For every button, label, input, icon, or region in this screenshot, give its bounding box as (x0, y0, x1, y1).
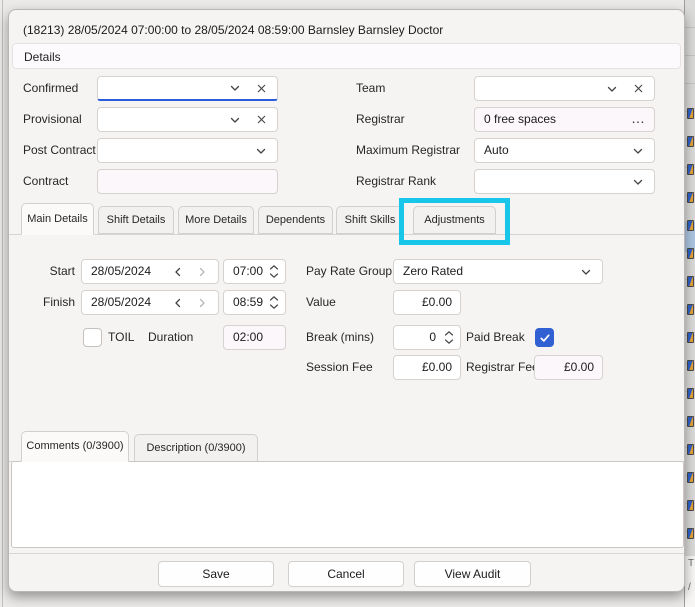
footer-divider (9, 553, 684, 554)
shift-edit-dialog: (18213) 28/05/2024 07:00:00 to 28/05/202… (8, 9, 685, 592)
chevron-down-icon[interactable] (630, 143, 646, 159)
tab-main-details[interactable]: Main Details (21, 203, 94, 235)
finish-label: Finish (42, 295, 75, 309)
background-row-icon (687, 108, 694, 119)
dialog-title: (18213) 28/05/2024 07:00:00 to 28/05/202… (23, 23, 444, 37)
adjustments-highlight-box (399, 198, 510, 245)
contract-field (97, 169, 278, 194)
session-fee-label: Session Fee (306, 360, 373, 374)
tab-shift-details[interactable]: Shift Details (98, 206, 174, 234)
background-row-icon (687, 248, 694, 259)
background-footer: T / (685, 556, 695, 607)
next-day-icon[interactable] (194, 264, 210, 280)
start-label: Start (49, 264, 75, 278)
background-row-icon (687, 304, 694, 315)
value-label: Value (306, 295, 336, 309)
chevron-down-icon[interactable] (253, 143, 269, 159)
chevron-down-icon[interactable] (227, 112, 243, 128)
details-section-label: Details (24, 50, 61, 64)
clear-icon[interactable] (253, 80, 269, 96)
background-row-icon (687, 136, 694, 147)
maximum-registrar-label: Maximum Registrar (356, 143, 461, 157)
background-row-icon (687, 416, 694, 427)
value-field[interactable]: £0.00 (393, 290, 461, 315)
previous-day-icon[interactable] (170, 264, 186, 280)
start-time-spinner[interactable] (267, 261, 281, 282)
background-window-edge (2, 0, 3, 607)
duration-field: 02:00 (223, 325, 286, 350)
previous-day-icon[interactable] (170, 295, 186, 311)
tab-shift-skills[interactable]: Shift Skills (336, 206, 404, 234)
start-time-field[interactable]: 07:00 (223, 259, 286, 284)
break-mins-spinner[interactable] (442, 327, 456, 348)
background-text-fragment: T (688, 558, 695, 569)
registrar-rank-label: Registrar Rank (356, 174, 437, 188)
maximum-registrar-combobox[interactable]: Auto (474, 138, 655, 163)
pay-rate-group-label: Pay Rate Group* (306, 259, 398, 284)
break-mins-label: Break (mins) (306, 330, 375, 344)
provisional-combobox[interactable] (97, 107, 278, 132)
details-section-header: Details (12, 43, 681, 69)
background-row-icon (687, 472, 694, 483)
save-button[interactable]: Save (158, 561, 274, 587)
finish-date-field[interactable]: 28/05/2024 (81, 290, 219, 315)
background-row-icon (687, 220, 694, 231)
background-row-icon (687, 332, 694, 343)
team-label: Team (356, 81, 386, 95)
background-row-icon (687, 164, 694, 175)
clear-icon[interactable] (253, 112, 269, 128)
more-options-icon[interactable]: … (631, 108, 646, 129)
chevron-down-icon[interactable] (604, 81, 620, 97)
paid-break-label: Paid Break (466, 330, 525, 344)
duration-label: Duration (148, 330, 194, 344)
confirmed-label: Confirmed (23, 81, 79, 95)
provisional-label: Provisional (23, 112, 82, 126)
paid-break-checkbox[interactable] (535, 328, 554, 347)
comments-textarea[interactable] (11, 461, 684, 548)
chevron-down-icon[interactable] (227, 80, 243, 96)
toil-label: TOIL (108, 330, 135, 344)
registrar-fee-label: Registrar Fee (466, 360, 539, 374)
background-row-icon (687, 528, 694, 539)
background-row-icon (687, 500, 694, 511)
toil-checkbox[interactable] (83, 328, 102, 347)
background-text-fragment: / (688, 582, 691, 593)
background-grid-strip: T / (684, 0, 695, 607)
background-row-icon (687, 192, 694, 203)
next-day-icon[interactable] (194, 295, 210, 311)
team-combobox[interactable] (474, 76, 655, 101)
background-row-icon (687, 360, 694, 371)
cancel-button[interactable]: Cancel (288, 561, 404, 587)
background-row-icon (687, 388, 694, 399)
finish-time-field[interactable]: 08:59 (223, 290, 286, 315)
background-row-icon (687, 276, 694, 287)
check-icon (539, 333, 550, 342)
confirmed-combobox[interactable] (97, 76, 278, 101)
registrar-fee-field: £0.00 (534, 355, 603, 380)
clear-icon[interactable] (630, 81, 646, 97)
tabstrip-baseline (9, 234, 684, 235)
chevron-down-icon[interactable] (630, 174, 646, 190)
contract-label: Contract (23, 174, 69, 188)
break-mins-field[interactable]: 0 (393, 325, 461, 350)
background-row-icon (687, 444, 694, 455)
tab-description[interactable]: Description (0/3900) (134, 434, 258, 462)
tab-more-details[interactable]: More Details (178, 206, 254, 234)
tab-comments[interactable]: Comments (0/3900) (21, 431, 129, 462)
post-contract-combobox[interactable] (97, 138, 278, 163)
view-audit-button[interactable]: View Audit (414, 561, 531, 587)
registrar-label: Registrar (356, 112, 405, 126)
start-date-field[interactable]: 28/05/2024 (81, 259, 219, 284)
session-fee-field[interactable]: £0.00 (393, 355, 461, 380)
finish-time-spinner[interactable] (267, 292, 281, 313)
pay-rate-group-combobox[interactable]: Zero Rated (393, 259, 603, 284)
post-contract-label: Post Contract (23, 143, 96, 157)
registrar-rank-combobox[interactable] (474, 169, 655, 194)
registrar-field[interactable]: 0 free spaces … (474, 107, 655, 132)
tab-dependents[interactable]: Dependents (258, 206, 333, 234)
chevron-down-icon[interactable] (578, 264, 594, 280)
